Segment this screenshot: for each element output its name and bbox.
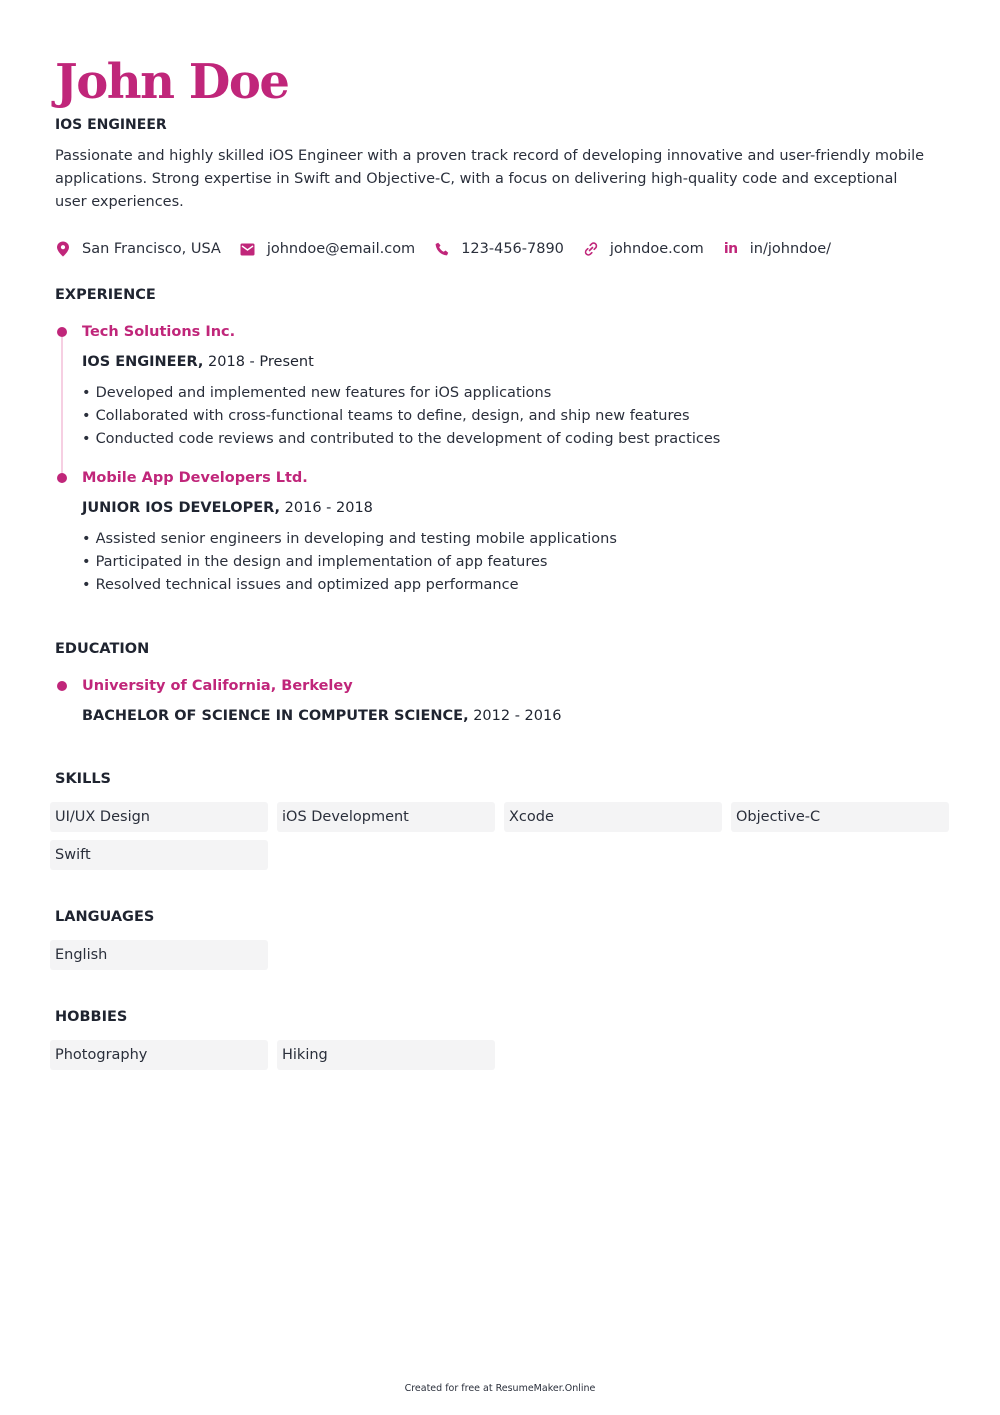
list-item: Developed and implemented new features f… — [82, 382, 720, 405]
list-item: Resolved technical issues and optimized … — [82, 574, 617, 597]
skills-heading: SKILLS — [55, 771, 111, 787]
contact-phone-text[interactable]: 123-456-7890 — [461, 241, 564, 257]
hobby-chip: Photography — [50, 1040, 268, 1070]
list-item: Conducted code reviews and contributed t… — [82, 428, 721, 451]
languages-heading: LANGUAGES — [55, 909, 155, 925]
timeline-dot — [57, 327, 67, 337]
contact-location: San Francisco, USA — [55, 241, 221, 257]
contact-location-text: San Francisco, USA — [82, 241, 221, 257]
contact-email-text[interactable]: johndoe@email.com — [267, 241, 415, 257]
experience-timeline — [61, 337, 63, 483]
role-title: IOS ENGINEER, — [82, 354, 204, 370]
location-pin-icon — [55, 241, 71, 257]
contact-phone[interactable]: 123-456-7890 — [434, 241, 564, 257]
experience-heading: EXPERIENCE — [55, 287, 156, 303]
timeline-dot — [57, 681, 67, 691]
resume-page: John Doe IOS ENGINEER Passionate and hig… — [0, 0, 1000, 1415]
footer-credit[interactable]: Created for free at ResumeMaker.Online — [0, 1383, 1000, 1394]
company-name: Mobile App Developers Ltd. — [82, 470, 308, 486]
list-item: Assisted senior engineers in developing … — [82, 528, 617, 551]
role-dates: 2016 - 2018 — [284, 500, 373, 516]
degree: BACHELOR OF SCIENCE IN COMPUTER SCIENCE,… — [82, 708, 561, 724]
skill-chip: Xcode — [504, 802, 722, 832]
linkedin-icon: in — [723, 241, 739, 257]
linkedin-glyph: in — [723, 241, 738, 257]
skill-chip: Objective-C — [731, 802, 949, 832]
hobby-chip: Hiking — [277, 1040, 495, 1070]
profile-summary: Passionate and highly skilled iOS Engine… — [55, 148, 925, 210]
skill-chip: iOS Development — [277, 802, 495, 832]
skill-chip: UI/UX Design — [50, 802, 268, 832]
email-icon — [240, 241, 256, 257]
list-item: Participated in the design and implement… — [82, 551, 617, 574]
job-role: JUNIOR IOS DEVELOPER, 2016 - 2018 — [82, 500, 373, 516]
degree-dates: 2012 - 2016 — [473, 708, 562, 724]
role-title: JUNIOR IOS DEVELOPER, — [82, 500, 281, 516]
contact-website-text[interactable]: johndoe.com — [610, 241, 704, 257]
timeline-dot — [57, 473, 67, 483]
job-bullets: Assisted senior engineers in developing … — [82, 528, 617, 597]
contact-linkedin[interactable]: in in/johndoe/ — [723, 241, 831, 257]
hobbies-heading: HOBBIES — [55, 1009, 128, 1025]
role-dates: 2018 - Present — [208, 354, 314, 370]
job-title: IOS ENGINEER — [55, 117, 167, 133]
school-name: University of California, Berkeley — [82, 678, 353, 694]
contact-email[interactable]: johndoe@email.com — [240, 241, 415, 257]
contact-linkedin-text[interactable]: in/johndoe/ — [750, 241, 831, 257]
list-item: Collaborated with cross-functional teams… — [82, 405, 720, 428]
phone-icon — [434, 241, 450, 257]
contact-bar: San Francisco, USA johndoe@email.com 123… — [55, 238, 850, 260]
skill-chip: Swift — [50, 840, 268, 870]
education-heading: EDUCATION — [55, 641, 150, 657]
job-role: IOS ENGINEER, 2018 - Present — [82, 354, 314, 370]
contact-website[interactable]: johndoe.com — [583, 241, 704, 257]
job-bullets: Developed and implemented new features f… — [82, 382, 721, 451]
company-name: Tech Solutions Inc. — [82, 324, 236, 340]
language-chip: English — [50, 940, 268, 970]
link-icon — [583, 241, 599, 257]
degree-title: BACHELOR OF SCIENCE IN COMPUTER SCIENCE, — [82, 708, 469, 724]
candidate-name: John Doe — [55, 54, 290, 110]
